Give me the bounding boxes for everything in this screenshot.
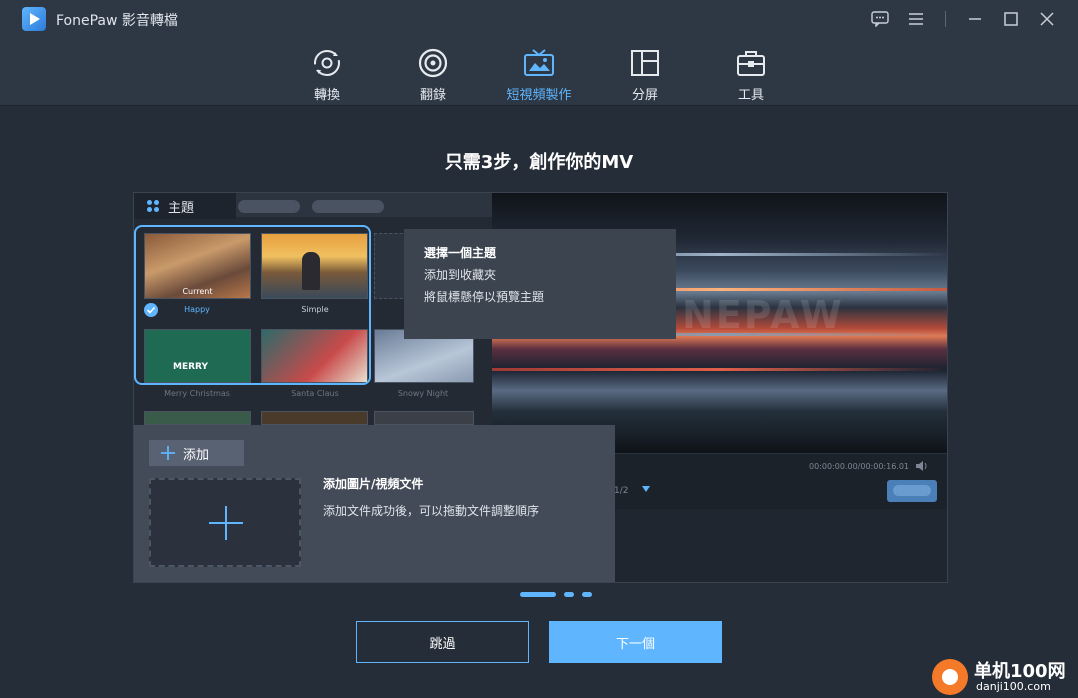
pager-dot[interactable] xyxy=(582,592,592,597)
rip-icon xyxy=(416,46,450,80)
theme-thumb-partial xyxy=(374,411,474,425)
nav-item-tools[interactable]: 工具 xyxy=(711,46,791,103)
add-button-label: 添加 xyxy=(183,447,210,463)
nav-label-tools: 工具 xyxy=(737,88,764,103)
page-number: 1/2 xyxy=(614,486,629,496)
tab-theme: 主題 xyxy=(134,193,236,219)
nav-item-rip[interactable]: 翻錄 xyxy=(393,46,473,103)
nav-label-collage: 分屏 xyxy=(631,88,658,103)
pager-dots xyxy=(520,592,592,597)
page-heading: 只需3步，創作你的MV xyxy=(444,152,634,173)
window-controls xyxy=(869,8,1058,30)
nav-item-collage[interactable]: 分屏 xyxy=(605,46,685,103)
tutorial-preview: NEPAW 00:00:00.00/00:00:16.01 1/2 主題 Cur… xyxy=(133,192,948,583)
tab-placeholder xyxy=(312,200,384,213)
theme-grid-icon xyxy=(147,200,159,212)
light-streak xyxy=(492,368,947,371)
video-watermark: NEPAW xyxy=(682,293,844,337)
site-watermark: 单机100网 danji100.com xyxy=(932,656,1078,698)
theme-thumb-partial xyxy=(261,411,368,425)
site-logo-icon xyxy=(932,659,968,695)
title-bar: FonePaw 影音轉檔 xyxy=(0,0,1078,38)
next-button[interactable]: 下一個 xyxy=(549,621,722,663)
add-panel-desc: 添加文件成功後，可以拖動文件調整順序 xyxy=(323,504,540,518)
theme-selection-highlight xyxy=(134,225,371,385)
export-button xyxy=(887,480,937,502)
add-media-panel: 添加 添加圖片/視頻文件 添加文件成功後，可以拖動文件調整順序 xyxy=(134,425,615,582)
convert-icon xyxy=(310,46,344,80)
app-window: FonePaw 影音轉檔 轉換 翻錄 短視頻製作 分屏 工具 只需3步，創作你的… xyxy=(0,0,1078,698)
nav-label-mv: 短視頻製作 xyxy=(506,88,572,103)
plus-icon xyxy=(209,506,243,540)
titlebar-divider xyxy=(945,11,946,27)
media-drop-zone xyxy=(149,478,301,567)
theme-name: Snowy Night xyxy=(397,389,449,398)
nav-label-convert: 轉換 xyxy=(313,88,340,103)
maximize-icon[interactable] xyxy=(1000,8,1022,30)
tab-theme-label: 主題 xyxy=(168,200,195,216)
minimize-icon[interactable] xyxy=(964,8,986,30)
tooltip-line: 添加到收藏夾 xyxy=(424,268,497,282)
add-panel-title: 添加圖片/視頻文件 xyxy=(323,477,424,491)
app-title: FonePaw 影音轉檔 xyxy=(56,13,178,29)
skip-button[interactable]: 跳過 xyxy=(356,621,529,663)
main-nav: 轉換 翻錄 短視頻製作 分屏 工具 xyxy=(0,38,1078,106)
tooltip-title: 選擇一個主題 xyxy=(424,246,497,260)
pager-dot[interactable] xyxy=(564,592,574,597)
close-icon[interactable] xyxy=(1036,8,1058,30)
feedback-icon[interactable] xyxy=(869,8,891,30)
site-url: danji100.com xyxy=(976,680,1051,693)
nav-item-mv[interactable]: 短視頻製作 xyxy=(499,46,579,103)
toolbox-icon xyxy=(734,46,768,80)
theme-name: Santa Claus xyxy=(291,389,339,398)
app-logo-icon xyxy=(22,7,46,31)
theme-name: Merry Christmas xyxy=(164,389,230,398)
pager-dot-active[interactable] xyxy=(520,592,556,597)
chevron-down-icon xyxy=(642,486,650,492)
volume-icon xyxy=(916,461,927,471)
menu-icon[interactable] xyxy=(905,8,927,30)
add-button: 添加 xyxy=(149,440,244,466)
theme-tooltip: 選擇一個主題 添加到收藏夾 將鼠標懸停以預覽主題 xyxy=(404,229,676,339)
plus-icon xyxy=(161,446,175,460)
tab-placeholder xyxy=(238,200,300,213)
tooltip-line: 將鼠標懸停以預覽主題 xyxy=(424,290,545,304)
nav-item-convert[interactable]: 轉換 xyxy=(287,46,367,103)
theme-thumb-partial xyxy=(144,411,251,425)
collage-icon xyxy=(628,46,662,80)
timecode: 00:00:00.00/00:00:16.01 xyxy=(809,462,909,471)
mv-icon xyxy=(522,46,556,80)
nav-label-rip: 翻錄 xyxy=(419,88,446,103)
